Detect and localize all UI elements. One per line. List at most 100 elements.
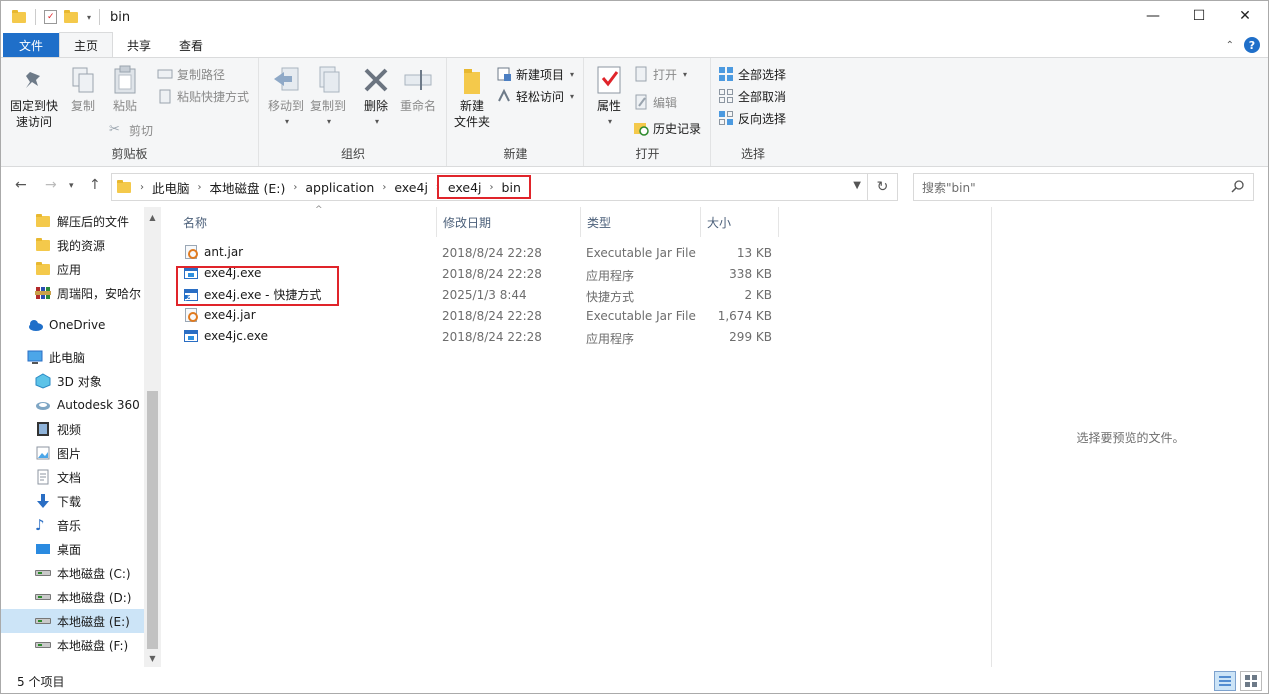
- file-type: Executable Jar File: [586, 246, 696, 260]
- copy-to-button[interactable]: 复制到 ▾: [306, 64, 350, 130]
- chevron-right-icon[interactable]: ›: [382, 182, 386, 193]
- cut-label: 剪切: [129, 123, 154, 138]
- sidebar-item-onedrive[interactable]: OneDrive: [1, 313, 144, 337]
- chevron-right-icon[interactable]: ›: [198, 182, 202, 193]
- column-header-type[interactable]: 类型: [581, 207, 701, 237]
- paste-button[interactable]: 粘贴: [107, 64, 143, 114]
- move-to-button[interactable]: 移动到 ▾: [264, 64, 308, 130]
- tab-share[interactable]: 共享: [113, 33, 165, 57]
- sidebar-item-pictures[interactable]: 图片: [1, 441, 144, 465]
- easy-access-button[interactable]: 轻松访问 ▾: [496, 86, 574, 106]
- new-folder-icon[interactable]: [63, 9, 79, 25]
- sidebar-item-label: 我的资源: [57, 238, 106, 253]
- select-none-button[interactable]: 全部取消: [718, 86, 786, 106]
- up-icon[interactable]: ↑: [89, 177, 101, 193]
- delete-button[interactable]: 删除 ▾: [358, 64, 394, 130]
- sidebar-item-downloads[interactable]: 下载: [1, 489, 144, 513]
- sidebar-item-drive-f[interactable]: 本地磁盘 (F:): [1, 633, 144, 657]
- video-icon: [35, 421, 51, 437]
- rename-button[interactable]: 重命名: [396, 64, 440, 114]
- file-date: 2018/8/24 22:28: [442, 246, 542, 260]
- sidebar-scrollbar[interactable]: ▲ ▼: [144, 207, 161, 667]
- sidebar-item-label: 本地磁盘 (D:): [57, 590, 132, 605]
- customize-quick-access-icon[interactable]: ▾: [87, 13, 91, 22]
- large-icons-view-icon[interactable]: [1240, 671, 1262, 691]
- preview-message: 选择要预览的文件。: [1076, 430, 1185, 445]
- breadcrumb-exe4j[interactable]: exe4j: [394, 180, 428, 195]
- tab-home[interactable]: 主页: [59, 32, 114, 57]
- sidebar-item-extracted[interactable]: 解压后的文件: [1, 209, 144, 233]
- help-icon[interactable]: ?: [1244, 37, 1260, 53]
- search-box[interactable]: 搜索"bin": [913, 173, 1254, 201]
- edit-button[interactable]: 编辑: [633, 92, 677, 112]
- sidebar-item-drive-e[interactable]: 本地磁盘 (E:): [1, 609, 144, 633]
- properties-icon[interactable]: ✓: [44, 10, 57, 24]
- forward-icon[interactable]: →: [45, 177, 57, 193]
- chevron-right-icon[interactable]: ›: [140, 182, 144, 193]
- sidebar-item-drive-d[interactable]: 本地磁盘 (D:): [1, 585, 144, 609]
- column-header-name[interactable]: 名称 ^: [177, 205, 437, 237]
- search-input[interactable]: 搜索"bin": [922, 179, 976, 196]
- quick-access-toolbar: ✓ ▾: [1, 9, 102, 25]
- select-all-button[interactable]: 全部选择: [718, 64, 786, 84]
- tab-view[interactable]: 查看: [165, 33, 217, 57]
- back-icon[interactable]: ←: [15, 177, 27, 193]
- sidebar-item-apps[interactable]: 应用: [1, 257, 144, 281]
- folder-icon: [11, 9, 27, 25]
- sidebar-item-my-resources[interactable]: 我的资源: [1, 233, 144, 257]
- sidebar-item-autodesk[interactable]: Autodesk 360: [1, 393, 144, 417]
- refresh-icon[interactable]: ↻: [867, 174, 897, 200]
- file-row-ant-jar[interactable]: ant.jar 2018/8/24 22:28 Executable Jar F…: [177, 243, 777, 264]
- minimize-button[interactable]: —: [1130, 1, 1176, 31]
- scrollbar-thumb[interactable]: [147, 391, 158, 649]
- column-header-date[interactable]: 修改日期: [437, 207, 581, 237]
- maximize-button[interactable]: ☐: [1176, 1, 1222, 31]
- breadcrumb-application[interactable]: application: [305, 180, 374, 195]
- scroll-down-icon[interactable]: ▼: [144, 650, 161, 667]
- cube-icon: [35, 373, 51, 389]
- column-header-size[interactable]: 大小: [701, 207, 779, 237]
- breadcrumb-this-pc[interactable]: 此电脑: [152, 178, 190, 197]
- file-name-cell: exe4jc.exe: [183, 328, 268, 344]
- address-bar[interactable]: › 此电脑 › 本地磁盘 (E:) › application › exe4j …: [111, 173, 898, 201]
- file-row-exe4jc-exe[interactable]: exe4jc.exe 2018/8/24 22:28 应用程序 299 KB: [177, 327, 777, 348]
- cut-button[interactable]: ✂ 剪切: [109, 120, 153, 140]
- paste-shortcut-button[interactable]: 粘贴快捷方式: [157, 86, 249, 106]
- file-row-exe4j-jar[interactable]: exe4j.jar 2018/8/24 22:28 Executable Jar…: [177, 306, 777, 327]
- history-icon: [633, 120, 649, 136]
- history-button[interactable]: 历史记录: [633, 118, 701, 138]
- collapse-ribbon-icon[interactable]: ⌃: [1226, 40, 1234, 51]
- select-none-icon: [718, 88, 734, 104]
- breadcrumb-drive-e[interactable]: 本地磁盘 (E:): [210, 178, 286, 197]
- sidebar-item-videos[interactable]: 视频: [1, 417, 144, 441]
- properties-button[interactable]: 属性 ▾: [591, 64, 627, 130]
- pin-icon: [18, 64, 50, 96]
- new-item-button[interactable]: 新建项目 ▾: [496, 64, 574, 84]
- file-type: 应用程序: [586, 332, 635, 346]
- autodesk-icon: [35, 397, 51, 413]
- tab-file[interactable]: 文件: [3, 33, 59, 57]
- sidebar-item-drive-c[interactable]: 本地磁盘 (C:): [1, 561, 144, 585]
- copy-button[interactable]: 复制: [65, 64, 101, 114]
- move-to-label: 移动到: [267, 99, 304, 113]
- pin-quick-access-button[interactable]: 固定到快 速访问: [9, 64, 59, 130]
- sidebar-item-documents[interactable]: 文档: [1, 465, 144, 489]
- sidebar-item-desktop[interactable]: 桌面: [1, 537, 144, 561]
- drive-icon: [35, 637, 51, 653]
- copy-path-button[interactable]: 复制路径: [157, 64, 225, 84]
- sidebar-item-music[interactable]: ♪ 音乐: [1, 513, 144, 537]
- scroll-up-icon[interactable]: ▲: [144, 209, 161, 226]
- open-button[interactable]: 打开 ▾: [633, 64, 687, 84]
- chevron-right-icon[interactable]: ›: [293, 182, 297, 193]
- select-none-label: 全部取消: [738, 89, 787, 104]
- sidebar-item-this-pc[interactable]: 此电脑: [1, 345, 144, 369]
- recent-locations-icon[interactable]: ▾: [69, 181, 74, 191]
- chevron-down-icon[interactable]: ▼: [853, 180, 861, 191]
- new-folder-button[interactable]: 新建 文件夹: [450, 64, 494, 130]
- sidebar-item-archive[interactable]: 周瑞阳，安哈尔: [1, 281, 144, 305]
- invert-selection-button[interactable]: 反向选择: [718, 108, 786, 128]
- close-button[interactable]: ✕: [1222, 1, 1268, 31]
- details-view-icon[interactable]: [1214, 671, 1236, 691]
- clipboard-group-label: 剪贴板: [111, 147, 148, 161]
- sidebar-item-3d-objects[interactable]: 3D 对象: [1, 369, 144, 393]
